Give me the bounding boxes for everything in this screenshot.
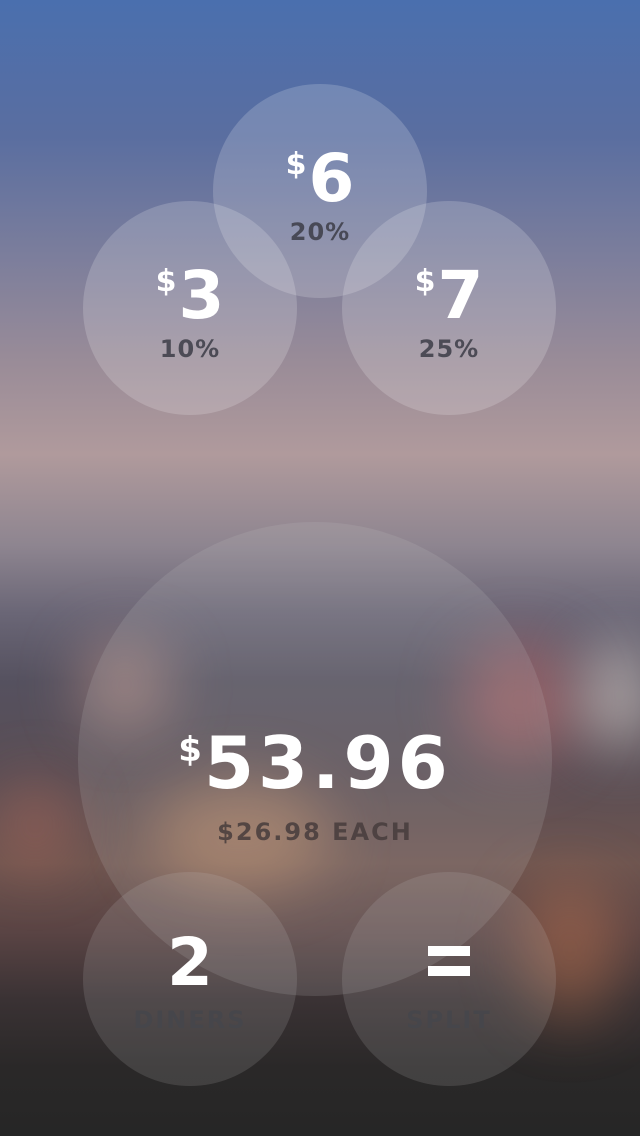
- diners-button[interactable]: 2 DINERS: [83, 872, 297, 1086]
- per-person-amount: $26.98 EACH: [217, 818, 413, 846]
- tip-amount-value: 7: [437, 257, 484, 334]
- diners-label: DINERS: [133, 1006, 247, 1034]
- tip-amount-value: 6: [308, 140, 355, 217]
- tip-option-10[interactable]: $3 10%: [83, 201, 297, 415]
- currency-symbol: $: [178, 730, 202, 770]
- total-amount: $53.96: [78, 727, 552, 799]
- tip-amount: $6: [213, 146, 427, 212]
- tip-percent: 10%: [159, 335, 221, 363]
- diners-count-wrap: 2: [83, 930, 297, 996]
- background-light: [580, 640, 640, 750]
- tip-percent: 25%: [418, 335, 480, 363]
- currency-symbol: $: [414, 264, 436, 299]
- split-button[interactable]: SPLIT: [342, 872, 556, 1086]
- total-amount-value: 53.96: [203, 721, 452, 805]
- currency-symbol: $: [155, 264, 177, 299]
- tip-option-25[interactable]: $7 25%: [342, 201, 556, 415]
- equals-icon: [428, 946, 470, 986]
- background-light: [0, 780, 70, 870]
- currency-symbol: $: [285, 147, 307, 182]
- tip-amount-value: 3: [178, 257, 225, 334]
- tip-amount: $3: [83, 263, 297, 329]
- split-label: SPLIT: [406, 1006, 492, 1034]
- diners-count: 2: [167, 924, 213, 1001]
- tip-amount: $7: [342, 263, 556, 329]
